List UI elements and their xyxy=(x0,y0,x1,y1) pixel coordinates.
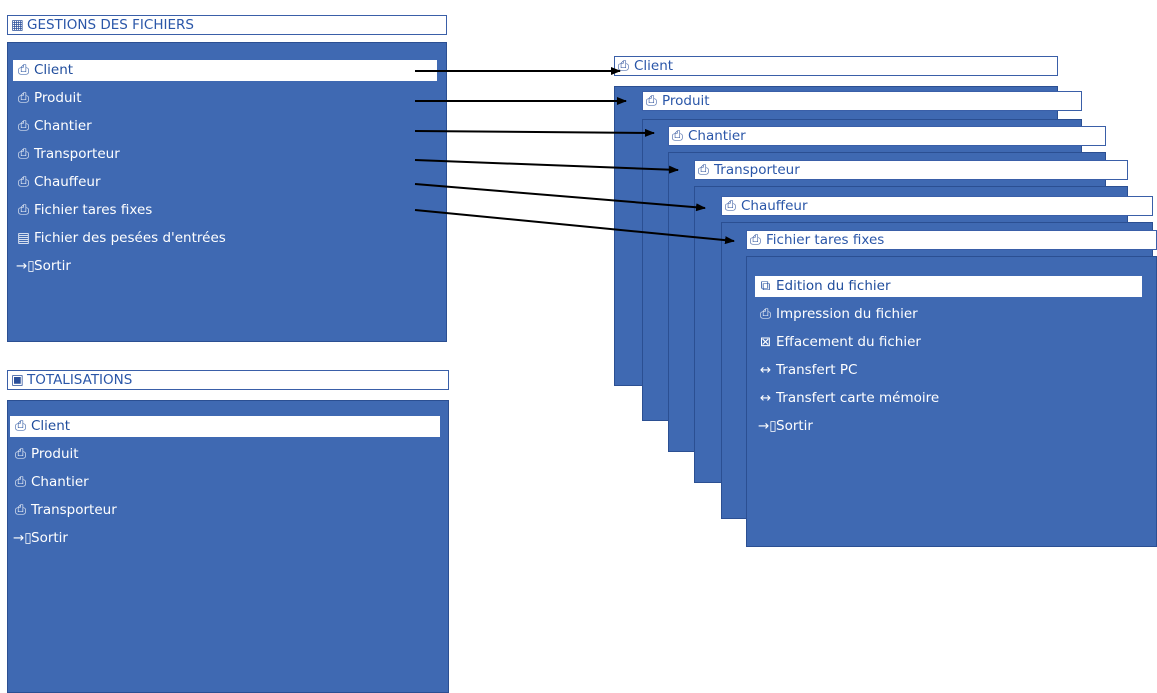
edit-file-icon: ⧉ xyxy=(760,278,771,294)
exit-icon: →▯ xyxy=(13,530,32,546)
menu-item-transporteur[interactable]: ⎙ Transporteur xyxy=(13,144,437,165)
printer-icon: ⎙ xyxy=(760,306,771,322)
submenu-item-impression[interactable]: ⎙ Impression du fichier xyxy=(755,304,1142,325)
menu-item-fichier-tares-fixes[interactable]: ⎙ Fichier tares fixes xyxy=(13,200,437,221)
stack-titlebar-produit: ⎙ Produit xyxy=(642,91,1082,111)
gestions-window: ▦ GESTIONS DES FICHIERS ⎙ Client ⎙ Produit … xyxy=(7,15,447,342)
menu-item-sortir[interactable]: →▯Sortir xyxy=(13,256,437,277)
stack-window-fichier-tares-fixes: ⎙ Fichier tares fixes ⧉ Edition du fichier… xyxy=(746,230,1157,547)
totalisations-item-transporteur[interactable]: ⎙ Transporteur xyxy=(10,500,440,521)
stack-titlebar-fichier-tares-fixes: ⎙ Fichier tares fixes xyxy=(746,230,1157,250)
totalisations-item-produit[interactable]: ⎙ Produit xyxy=(10,444,440,465)
submenu-item-sortir[interactable]: →▯Sortir xyxy=(755,416,1142,437)
menu-item-fichier-pesees[interactable]: ▤ Fichier des pesées d'entrées xyxy=(13,228,437,249)
sum-icon: ▣ xyxy=(11,372,24,388)
totalisations-item-chantier[interactable]: ⎙ Chantier xyxy=(10,472,440,493)
transfer-pc-icon: ↔ xyxy=(759,362,772,378)
folder-icon: ⎙ xyxy=(618,58,629,74)
folder-icon: ⎙ xyxy=(15,418,26,434)
totalisations-window: ▣ TOTALISATIONS ⎙ Client ⎙ Produit ⎙ Chantie… xyxy=(7,370,449,693)
folder-icon: ⎙ xyxy=(15,474,26,490)
submenu-item-edition[interactable]: ⧉ Edition du fichier xyxy=(755,276,1142,297)
submenu-item-transfert-pc[interactable]: ↔ Transfert PC xyxy=(755,360,1142,381)
menu-item-chantier[interactable]: ⎙ Chantier xyxy=(13,116,437,137)
submenu-item-transfert-carte[interactable]: ↔ Transfert carte mémoire xyxy=(755,388,1142,409)
folder-icon: ⎙ xyxy=(725,198,736,214)
folder-icon: ⎙ xyxy=(18,62,29,78)
totalisations-item-sortir[interactable]: →▯Sortir xyxy=(10,528,440,549)
gestions-menu-panel: ⎙ Client ⎙ Produit ⎙ Chantier ⎙ Transporteur… xyxy=(7,42,447,342)
stack-titlebar-chauffeur: ⎙ Chauffeur xyxy=(721,196,1153,216)
stack-titlebar-transporteur: ⎙ Transporteur xyxy=(694,160,1128,180)
gestions-titlebar: ▦ GESTIONS DES FICHIERS xyxy=(7,15,447,35)
submenu-panel: ⧉ Edition du fichier ⎙ Impression du fichi… xyxy=(746,256,1157,547)
folder-icon: ⎙ xyxy=(698,162,709,178)
folder-icon: ⎙ xyxy=(18,174,29,190)
folder-icon: ⎙ xyxy=(15,446,26,462)
menu-item-produit[interactable]: ⎙ Produit xyxy=(13,88,437,109)
folder-icon: ⎙ xyxy=(750,232,761,248)
folder-icon: ⎙ xyxy=(18,202,29,218)
exit-icon: →▯ xyxy=(16,258,35,274)
files-icon: ▦ xyxy=(11,17,24,33)
erase-file-icon: ⊠ xyxy=(759,334,772,350)
totalisations-titlebar: ▣ TOTALISATIONS xyxy=(7,370,449,390)
stack-titlebar-client: ⎙ Client xyxy=(614,56,1058,76)
menu-item-chauffeur[interactable]: ⎙ Chauffeur xyxy=(13,172,437,193)
file-list-icon: ▤ xyxy=(17,230,30,246)
folder-icon: ⎙ xyxy=(18,90,29,106)
menu-item-client[interactable]: ⎙ Client xyxy=(13,60,437,81)
folder-icon: ⎙ xyxy=(672,128,683,144)
totalisations-item-client[interactable]: ⎙ Client xyxy=(10,416,440,437)
transfer-card-icon: ↔ xyxy=(759,390,772,406)
folder-icon: ⎙ xyxy=(646,93,657,109)
folder-icon: ⎙ xyxy=(15,502,26,518)
totalisations-title: TOTALISATIONS xyxy=(27,372,133,388)
totalisations-menu-panel: ⎙ Client ⎙ Produit ⎙ Chantier ⎙ Transporteur… xyxy=(7,400,449,693)
folder-icon: ⎙ xyxy=(18,118,29,134)
folder-icon: ⎙ xyxy=(18,146,29,162)
gestions-title: GESTIONS DES FICHIERS xyxy=(27,17,194,33)
stack-titlebar-chantier: ⎙ Chantier xyxy=(668,126,1106,146)
submenu-item-effacement[interactable]: ⊠ Effacement du fichier xyxy=(755,332,1142,353)
exit-icon: →▯ xyxy=(758,418,777,434)
